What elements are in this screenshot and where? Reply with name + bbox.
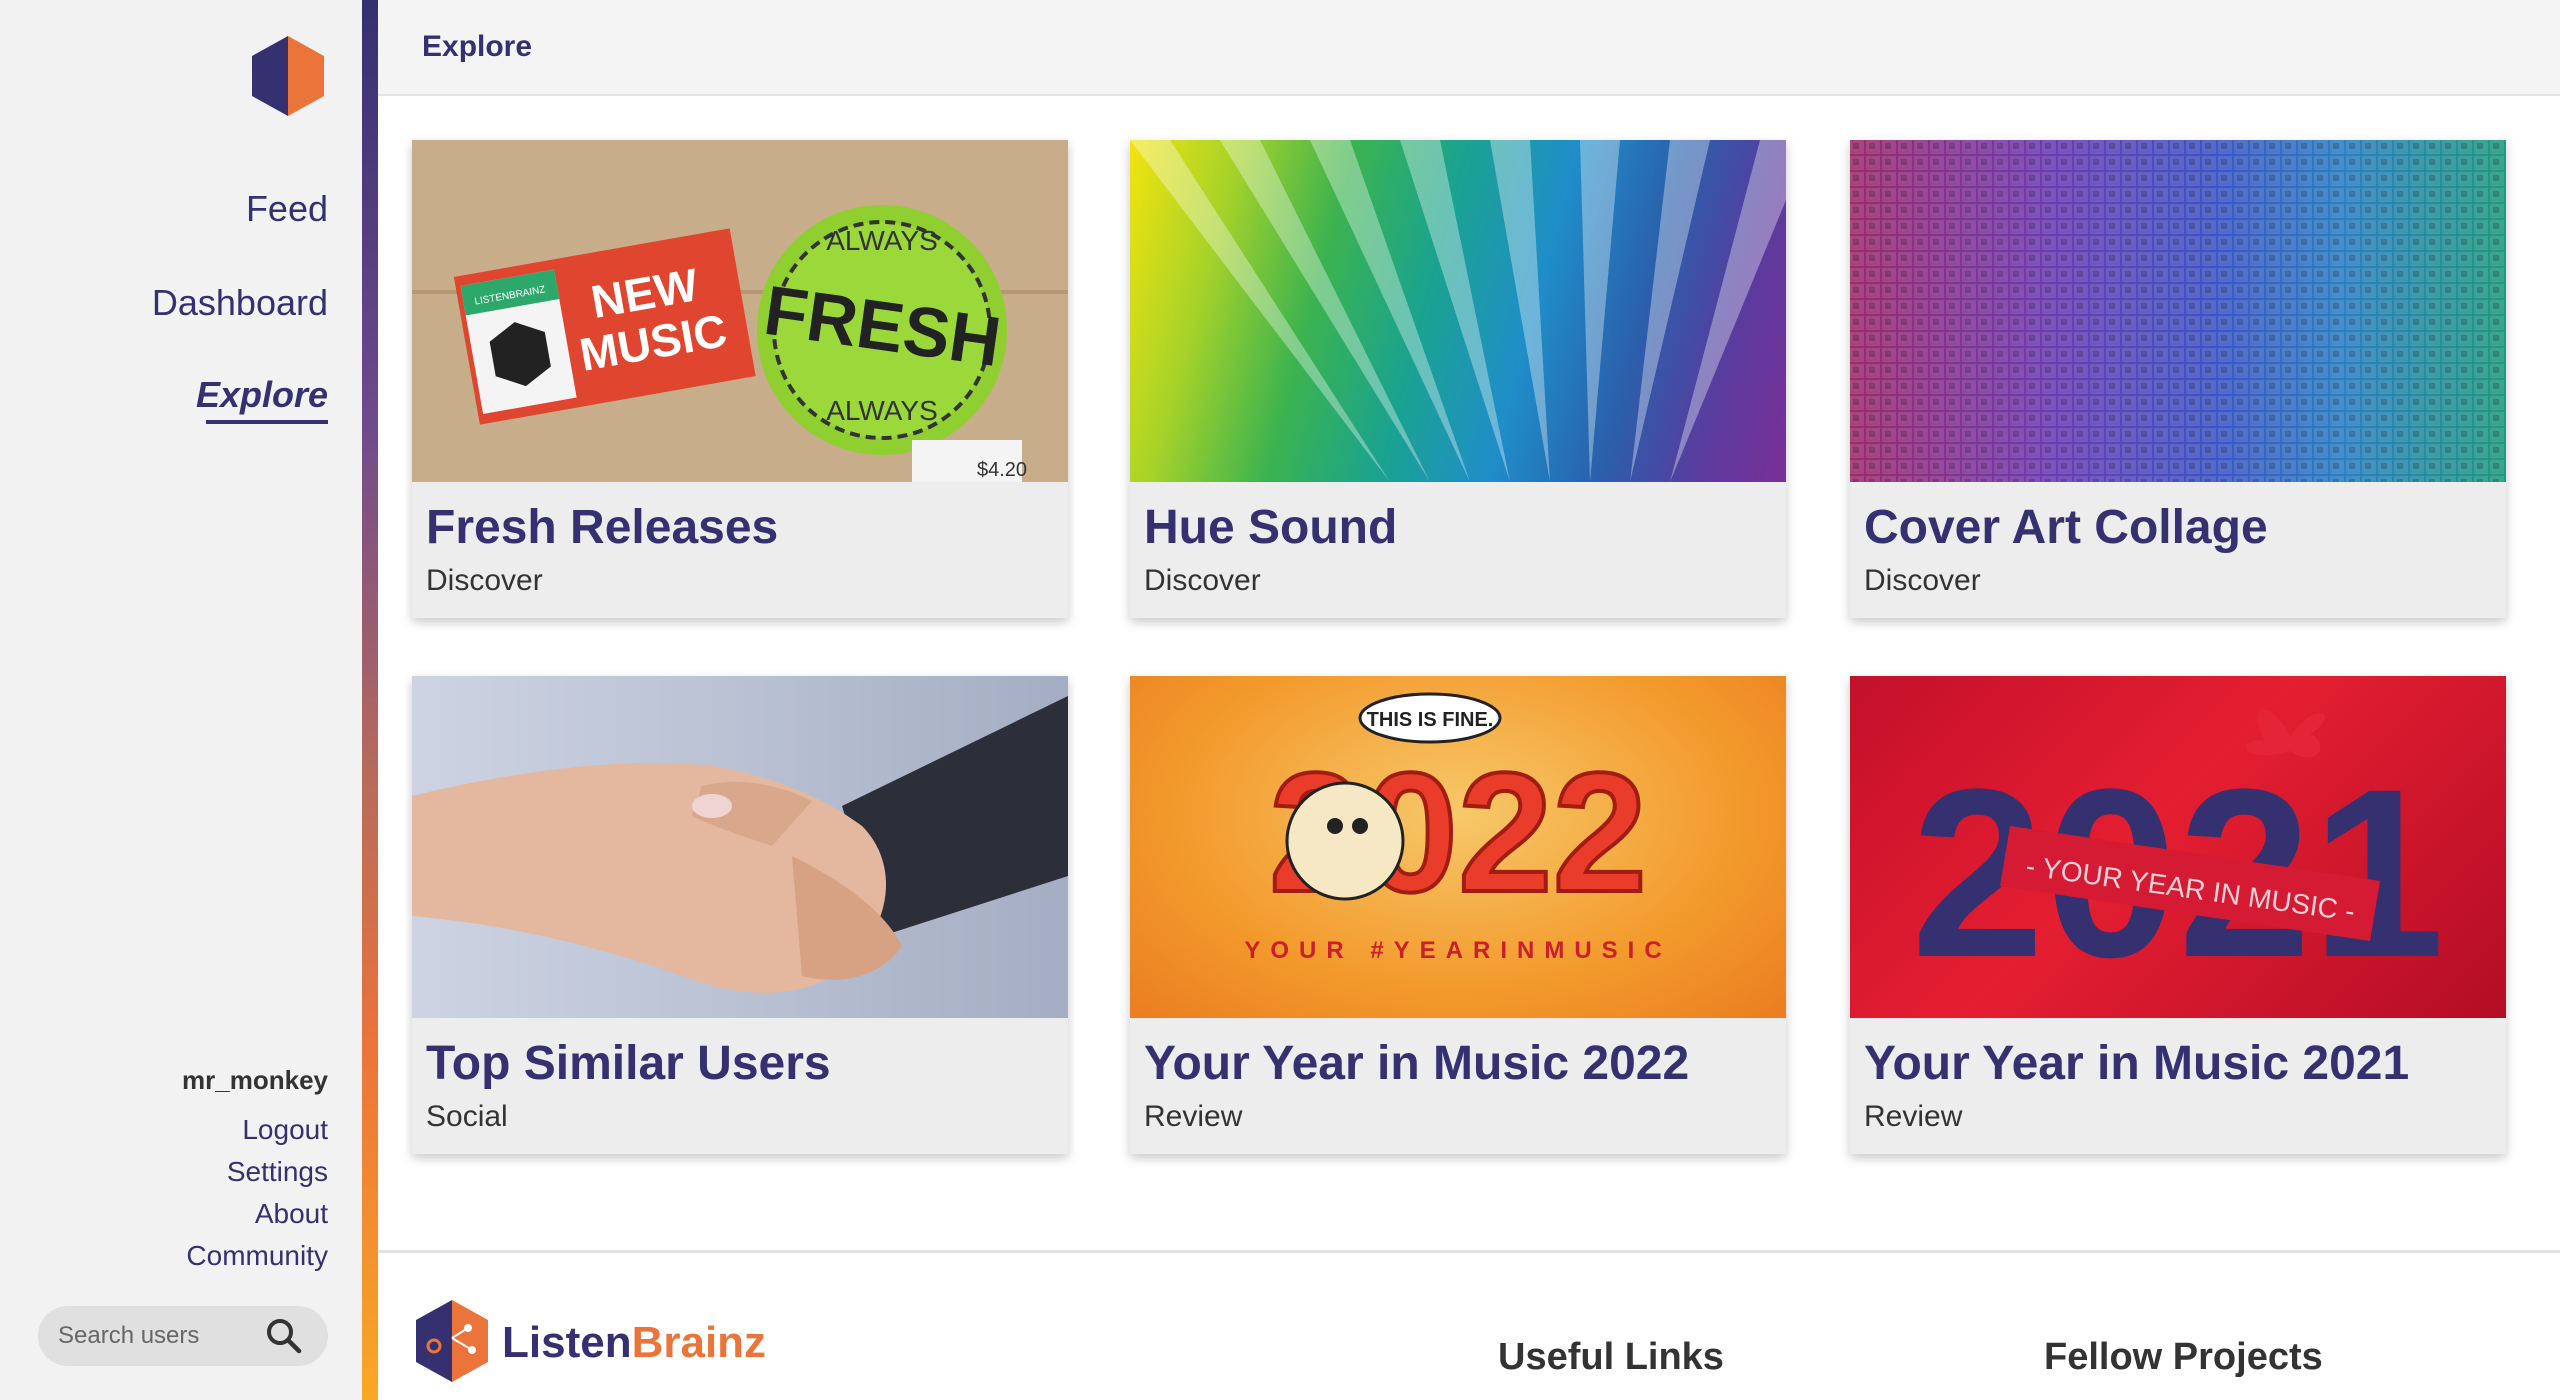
sidebar-accent-bar <box>362 0 378 1400</box>
logout-link[interactable]: Logout <box>242 1114 328 1146</box>
settings-link[interactable]: Settings <box>227 1156 328 1188</box>
svg-text:ALWAYS: ALWAYS <box>826 395 938 426</box>
user-search <box>38 1306 328 1366</box>
svg-text:$4.20: $4.20 <box>977 459 1027 481</box>
card-category: Social <box>426 1100 508 1133</box>
card-cover-art-collage[interactable]: Cover Art Collage Discover <box>1850 140 2506 618</box>
footer-fellow-projects-heading: Fellow Projects <box>2044 1336 2323 1378</box>
nav-explore[interactable]: Explore <box>196 374 328 416</box>
brand-listen: Listen <box>502 1318 632 1367</box>
fresh-releases-image: LISTENBRAINZ NEW MUSIC ALWAYS FRESH ALWA… <box>412 140 1068 482</box>
card-top-similar-users[interactable]: Top Similar Users Social <box>412 676 1068 1154</box>
card-title[interactable]: Fresh Releases <box>426 500 778 555</box>
card-category: Review <box>1864 1100 1963 1133</box>
search-icon[interactable] <box>264 1316 304 1356</box>
about-link[interactable]: About <box>255 1198 328 1230</box>
year-in-music-2021-image: 2021 - YOUR YEAR IN MUSIC - <box>1850 676 2506 1018</box>
nav-feed[interactable]: Feed <box>246 188 328 230</box>
cover-art-collage-image <box>1850 140 2506 482</box>
card-category: Discover <box>426 564 543 597</box>
card-title[interactable]: Hue Sound <box>1144 500 1397 555</box>
listenbrainz-footer-logo-icon[interactable] <box>412 1298 492 1384</box>
card-year-in-music-2022[interactable]: THIS IS FINE. 2022 YOUR #YEARINMUSIC You… <box>1130 676 1786 1154</box>
card-category: Review <box>1144 1100 1243 1133</box>
card-fresh-releases[interactable]: LISTENBRAINZ NEW MUSIC ALWAYS FRESH ALWA… <box>412 140 1068 618</box>
brand-brainz: Brainz <box>631 1318 767 1367</box>
svg-text:YOUR #YEARINMUSIC: YOUR #YEARINMUSIC <box>1244 937 1671 964</box>
page-header: Explore <box>378 0 2560 96</box>
sidebar: Feed Dashboard Explore mr_monkey Logout … <box>0 0 362 1400</box>
card-title[interactable]: Cover Art Collage <box>1864 500 2268 555</box>
footer-divider <box>378 1250 2560 1253</box>
svg-text:THIS IS FINE.: THIS IS FINE. <box>1367 709 1494 731</box>
active-nav-indicator <box>206 420 328 424</box>
listenbrainz-logo-icon[interactable] <box>246 34 330 118</box>
card-title[interactable]: Top Similar Users <box>426 1036 831 1091</box>
page-title: Explore <box>422 30 533 63</box>
community-link[interactable]: Community <box>186 1240 328 1272</box>
footer-useful-links-heading: Useful Links <box>1498 1336 1724 1378</box>
card-category: Discover <box>1864 564 1981 597</box>
username-label: mr_monkey <box>182 1065 328 1095</box>
svg-text:ALWAYS: ALWAYS <box>826 225 938 256</box>
footer-brand[interactable]: ListenBrainz <box>502 1318 766 1368</box>
year-in-music-2022-image: THIS IS FINE. 2022 YOUR #YEARINMUSIC <box>1130 676 1786 1018</box>
nav-dashboard[interactable]: Dashboard <box>152 282 328 324</box>
card-title[interactable]: Your Year in Music 2022 <box>1144 1036 1689 1091</box>
hue-sound-image <box>1130 140 1786 482</box>
search-users-input[interactable] <box>58 1320 268 1352</box>
card-category: Discover <box>1144 564 1261 597</box>
card-title[interactable]: Your Year in Music 2021 <box>1864 1036 2409 1091</box>
card-hue-sound[interactable]: Hue Sound Discover <box>1130 140 1786 618</box>
card-year-in-music-2021[interactable]: 2021 - YOUR YEAR IN MUSIC - Your Year in… <box>1850 676 2506 1154</box>
top-similar-users-image <box>412 676 1068 1018</box>
